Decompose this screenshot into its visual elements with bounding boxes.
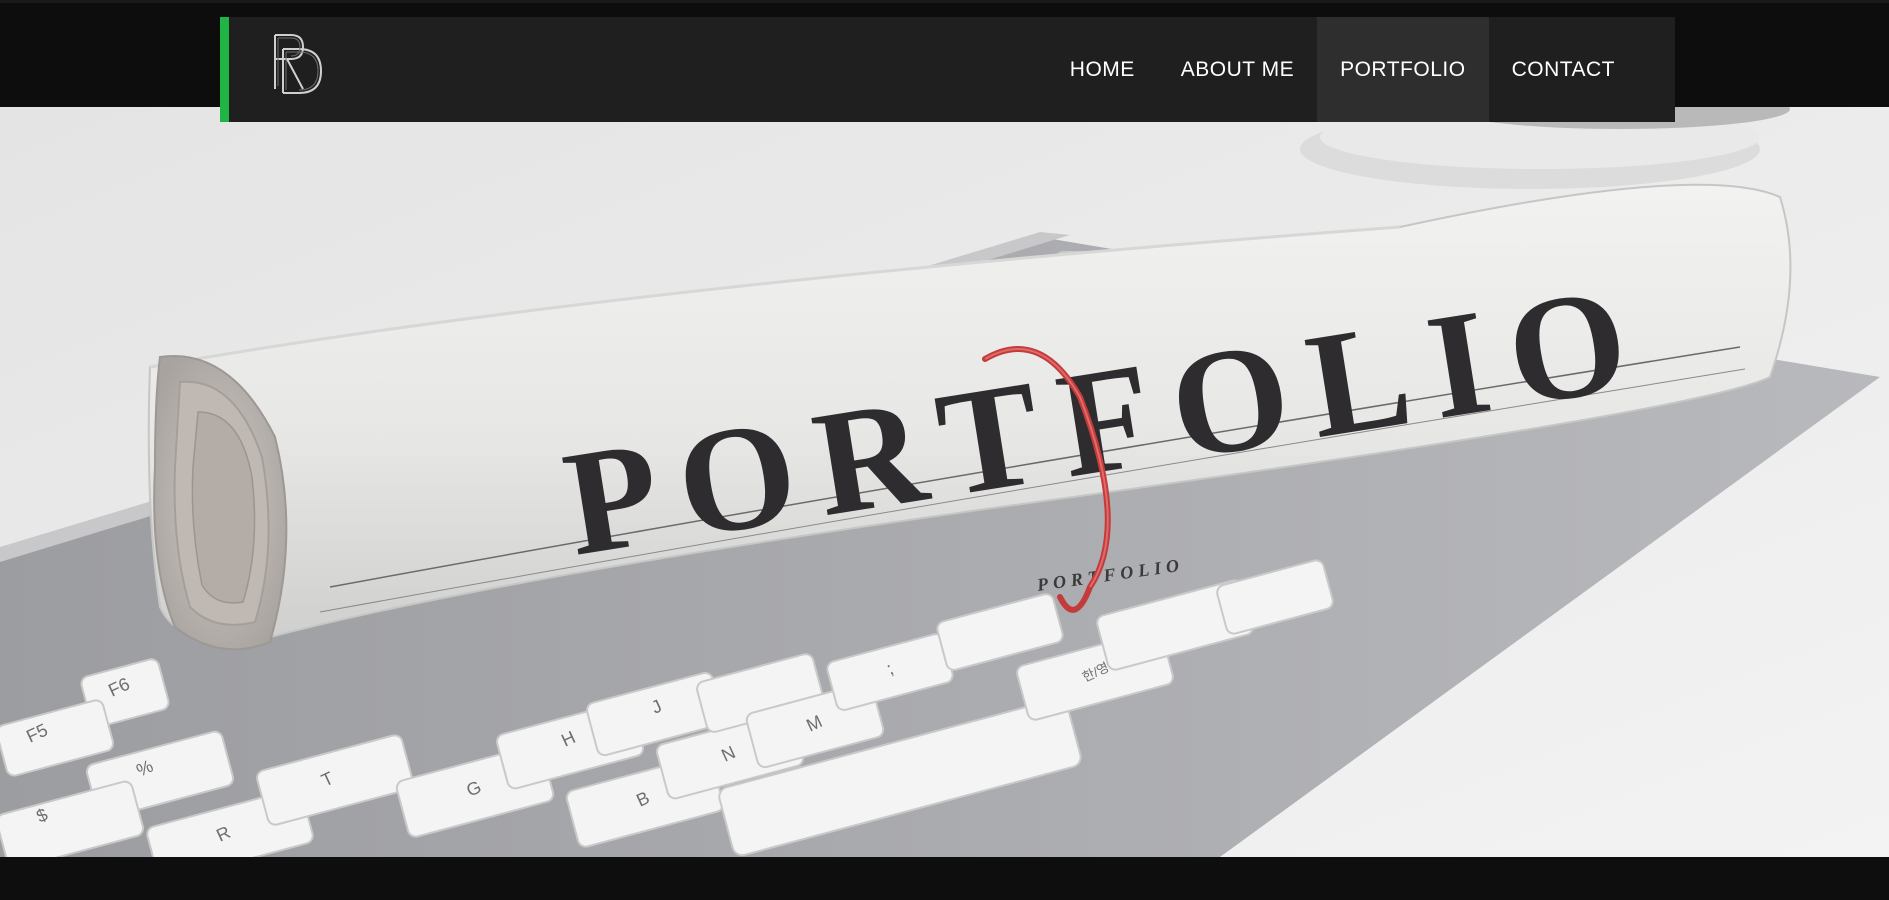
nav-item-portfolio[interactable]: PORTFOLIO	[1317, 17, 1489, 122]
nav-item-contact[interactable]: CONTACT	[1489, 17, 1675, 122]
nav-item-home[interactable]: HOME	[1047, 17, 1158, 122]
nav-item-about-me[interactable]: ABOUT ME	[1158, 17, 1317, 122]
footer-bar	[0, 857, 1889, 900]
nav-menu: HOME ABOUT ME PORTFOLIO CONTACT	[1047, 17, 1675, 122]
hero-banner-image: F6 F5 % $ R T G H B J N M ; 한/영 PORTFOLI…	[0, 107, 1889, 857]
rd-logo-icon[interactable]	[269, 31, 327, 97]
main-navigation: HOME ABOUT ME PORTFOLIO CONTACT	[220, 17, 1675, 122]
